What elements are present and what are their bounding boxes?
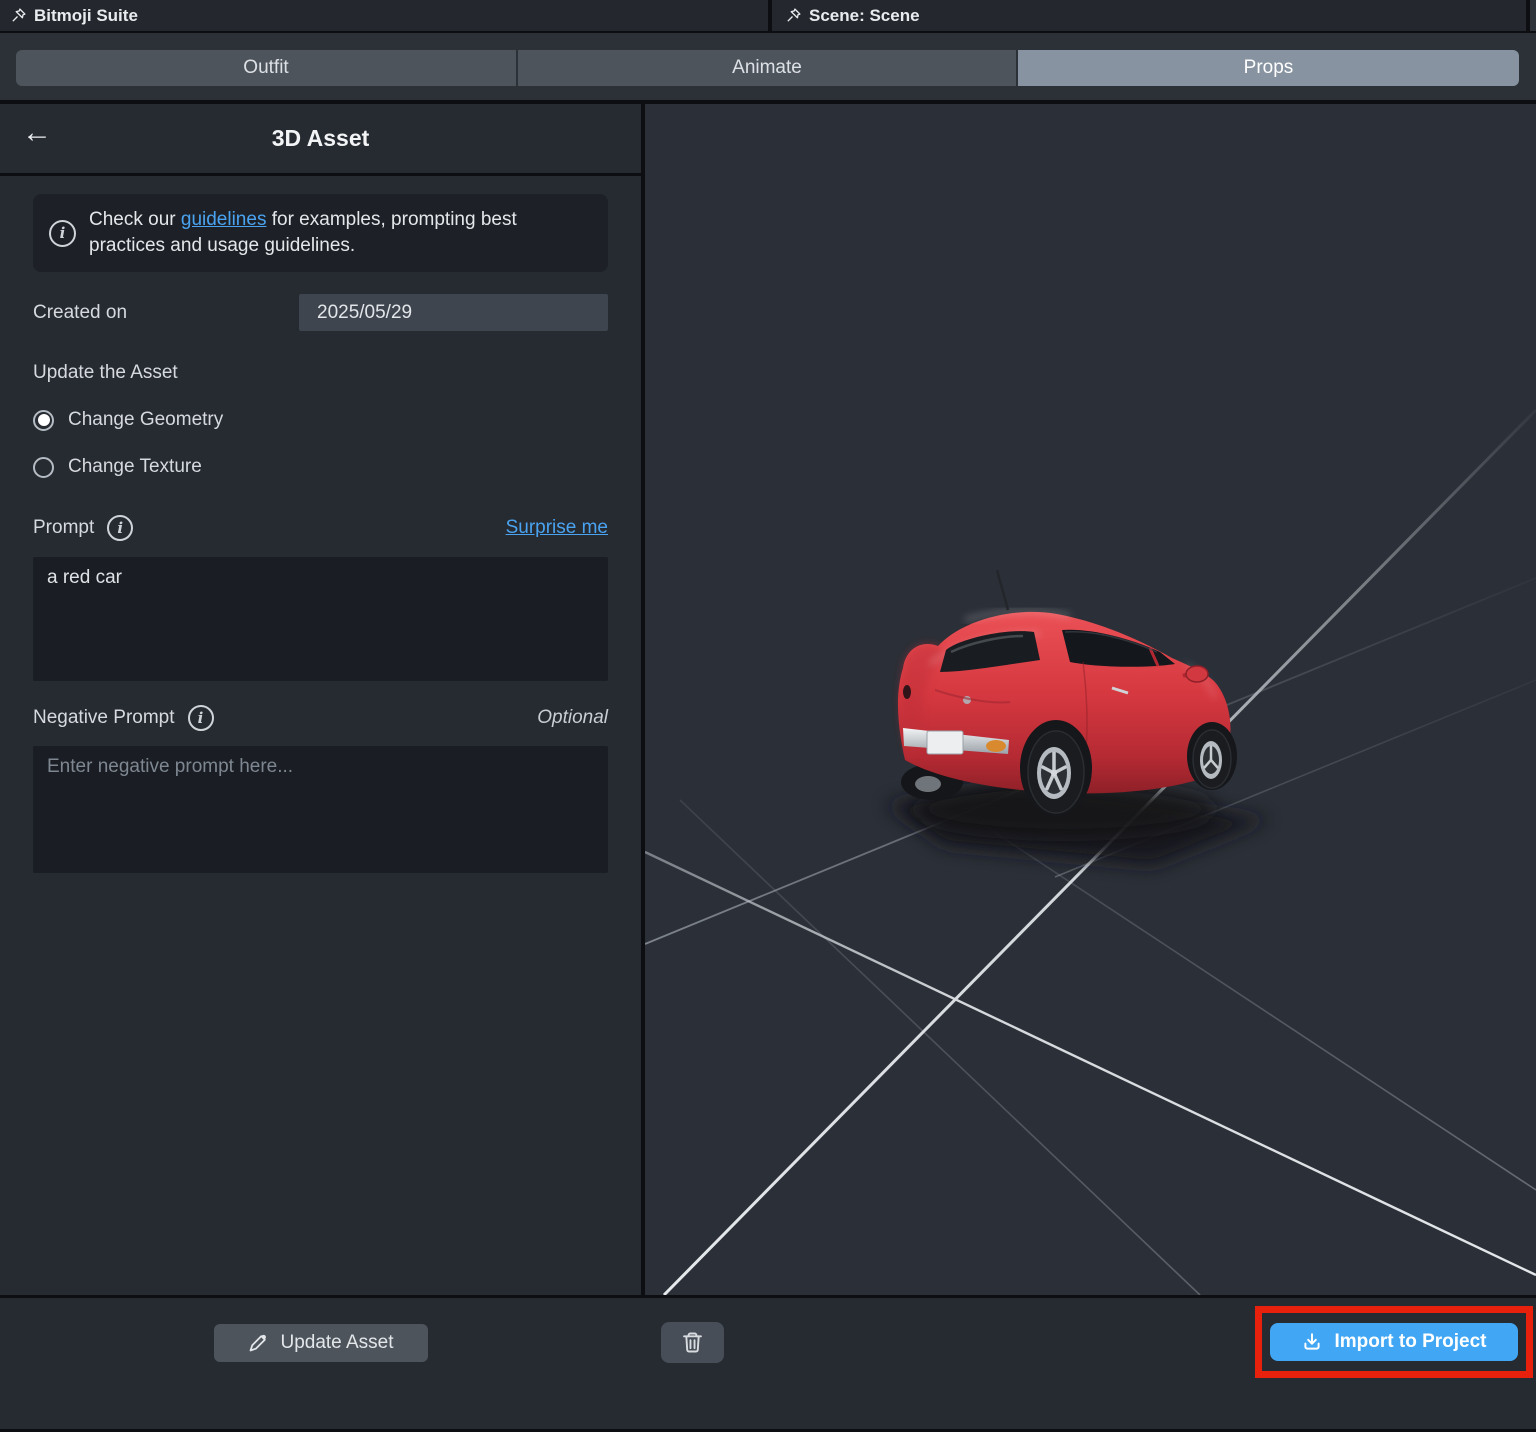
guidelines-text: Check our guidelines for examples, promp…	[89, 207, 592, 259]
trash-icon	[679, 1329, 706, 1356]
created-on-row: Created on 2025/05/29	[33, 294, 608, 331]
negative-prompt-input[interactable]	[33, 746, 608, 873]
action-highlight-rectangle: Import to Project	[1255, 1306, 1533, 1378]
info-icon[interactable]: i	[188, 705, 214, 731]
tab-animate[interactable]: Animate	[518, 50, 1016, 86]
delete-asset-button[interactable]	[661, 1322, 724, 1363]
negative-prompt-label: Negative Prompt	[33, 707, 175, 729]
back-button[interactable]: ←	[22, 118, 52, 148]
prompt-label: Prompt	[33, 517, 94, 539]
3d-scene-red-car	[645, 104, 1536, 1295]
pushpin-icon	[10, 7, 27, 24]
guidelines-link[interactable]: guidelines	[181, 209, 267, 230]
panel-divider	[768, 0, 772, 31]
optional-hint: Optional	[537, 707, 608, 729]
guidelines-note: i Check our guidelines for examples, pro…	[33, 194, 608, 272]
app-window: Bitmoji Suite Scene: Scene Outfit Animat…	[0, 0, 1536, 1432]
page-title: 3D Asset	[272, 125, 370, 152]
radio-button-selected[interactable]	[33, 410, 54, 431]
panel-header: ← 3D Asset	[0, 104, 641, 176]
red-car-model[interactable]	[898, 570, 1237, 816]
surprise-me-link[interactable]: Surprise me	[506, 517, 608, 539]
panel-tab-bitmoji-suite[interactable]: Bitmoji Suite	[10, 0, 138, 31]
update-asset-button[interactable]: Update Asset	[214, 1324, 428, 1362]
3d-viewport[interactable]	[645, 104, 1536, 1295]
mode-tab-bar: Outfit Animate Props	[0, 33, 1536, 100]
import-to-project-button[interactable]: Import to Project	[1270, 1323, 1518, 1361]
download-icon	[1301, 1331, 1323, 1353]
panel-edge	[1530, 0, 1536, 31]
panel-tab-scene[interactable]: Scene: Scene	[785, 0, 920, 31]
radio-change-geometry[interactable]: Change Geometry	[33, 409, 608, 431]
info-icon[interactable]: i	[107, 515, 133, 541]
prompt-header-row: Prompt i Surprise me	[33, 515, 608, 541]
update-asset-section-label: Update the Asset	[33, 362, 608, 384]
radio-label: Change Geometry	[68, 409, 223, 431]
info-icon: i	[49, 220, 76, 247]
footer-bar: Update Asset	[0, 1298, 1536, 1429]
created-on-value: 2025/05/29	[299, 294, 608, 331]
negative-prompt-header-row: Negative Prompt i Optional	[33, 705, 608, 731]
panel-title-bar: Bitmoji Suite Scene: Scene	[0, 0, 1536, 31]
panel-tab-label: Scene: Scene	[809, 6, 920, 26]
tab-props[interactable]: Props	[1018, 50, 1519, 86]
radio-label: Change Texture	[68, 456, 202, 478]
radio-button[interactable]	[33, 457, 54, 478]
asset-detail-panel: ← 3D Asset i Check our guidelines for ex…	[0, 104, 641, 1295]
radio-change-texture[interactable]: Change Texture	[33, 456, 608, 478]
pushpin-icon	[785, 7, 802, 24]
prompt-input[interactable]: a red car	[33, 557, 608, 681]
created-on-label: Created on	[33, 302, 127, 324]
tab-outfit[interactable]: Outfit	[16, 50, 516, 86]
panel-tab-label: Bitmoji Suite	[34, 6, 138, 26]
footer-left: Update Asset	[0, 1298, 641, 1429]
pencil-icon	[247, 1332, 269, 1354]
footer-right: Import to Project	[645, 1298, 1536, 1429]
